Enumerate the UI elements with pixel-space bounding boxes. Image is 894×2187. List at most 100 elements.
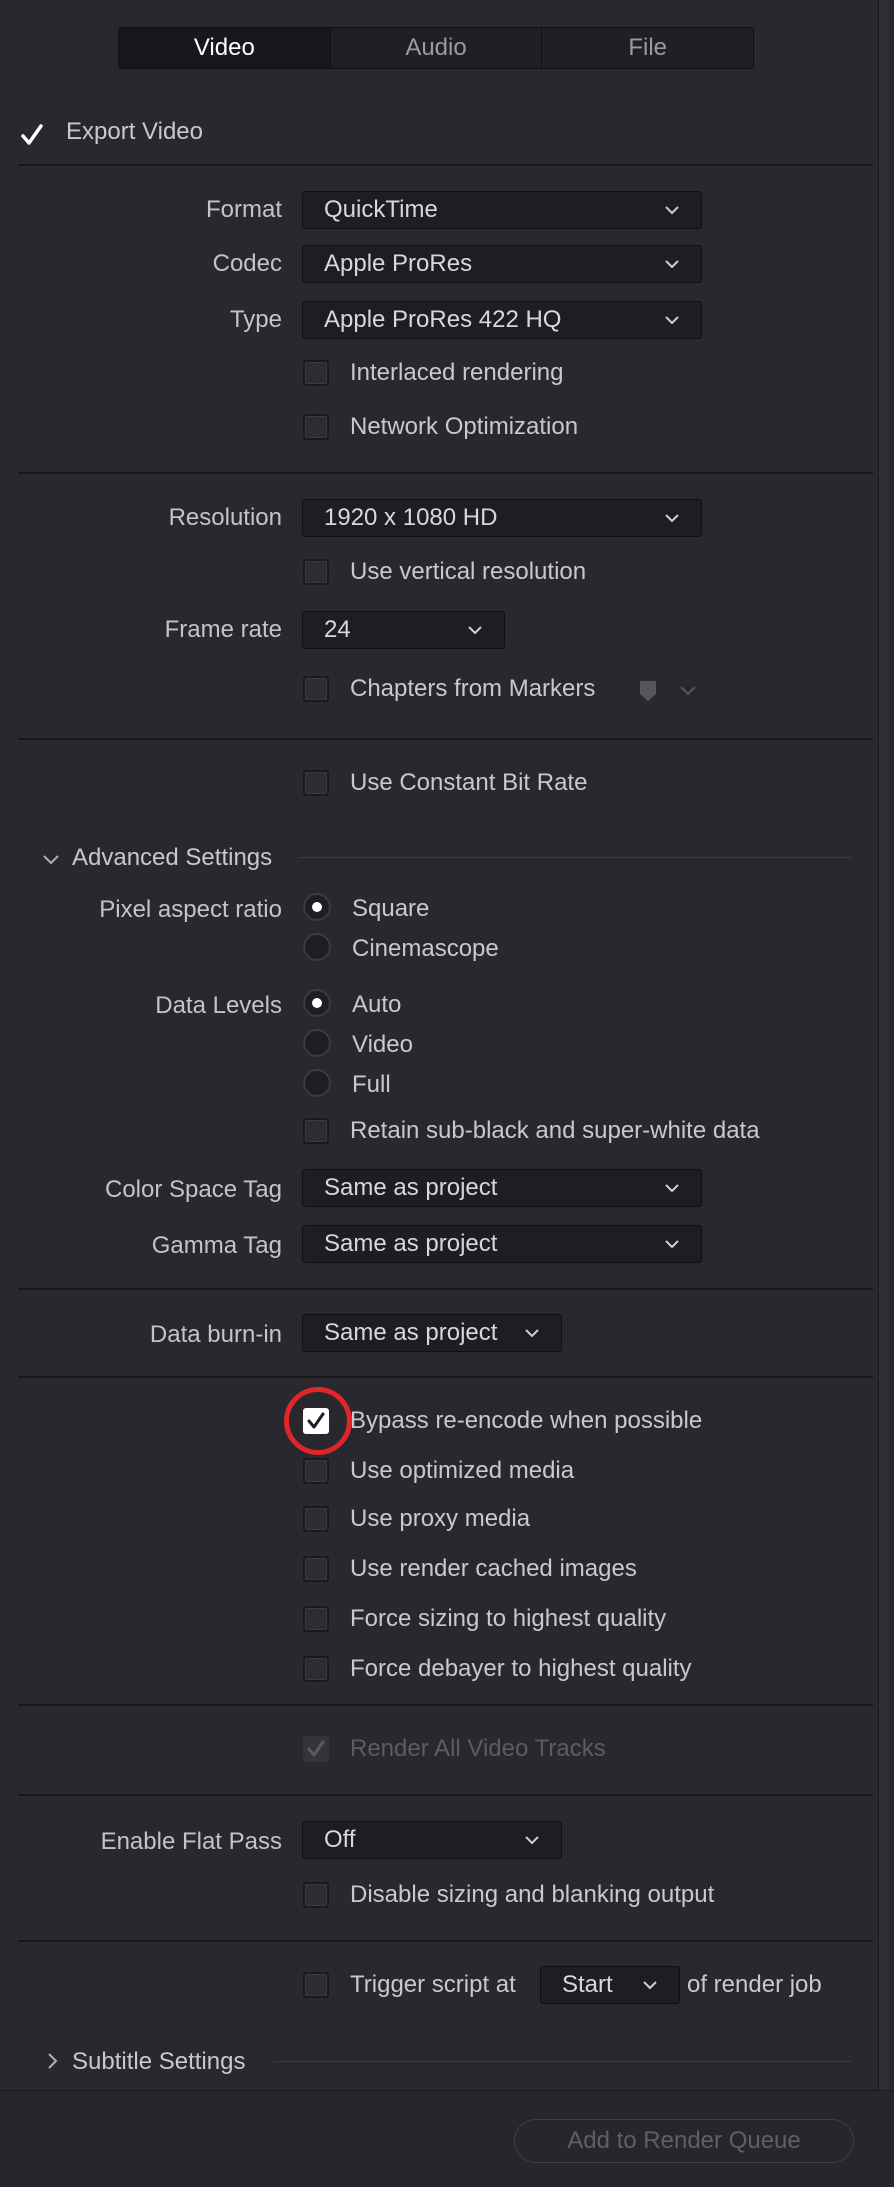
format-label: Format (205, 196, 282, 223)
marker-icon (640, 681, 656, 701)
bypass-reencode-label: Bypass re-encode when possible (350, 1407, 703, 1434)
export-video-checkbox[interactable] (18, 121, 46, 149)
color-space-value: Same as project (324, 1174, 498, 1201)
section-line (274, 2061, 851, 2062)
tab-audio[interactable]: Audio (329, 28, 542, 68)
divider (18, 1376, 873, 1378)
disable-sizing-label: Disable sizing and blanking output (350, 1881, 715, 1908)
gamma-dropdown[interactable]: Same as project (302, 1225, 702, 1263)
codec-value: Apple ProRes (324, 250, 473, 277)
render-cached-checkbox[interactable] (303, 1556, 329, 1582)
radio-cinemascope[interactable] (303, 933, 331, 961)
divider (18, 1704, 873, 1706)
divider (18, 472, 873, 474)
codec-label: Codec (212, 250, 282, 277)
force-sizing-checkbox[interactable] (303, 1606, 329, 1632)
divider (18, 1288, 873, 1290)
gamma-label: Gamma Tag (151, 1232, 282, 1259)
interlaced-checkbox[interactable] (303, 360, 329, 386)
add-to-render-queue-button[interactable]: Add to Render Queue (514, 2119, 854, 2163)
trigger-script-label: Trigger script at (350, 1971, 516, 1998)
force-sizing-label: Force sizing to highest quality (350, 1605, 667, 1632)
chevron-down-icon (643, 1981, 657, 1990)
network-optimization-label: Network Optimization (350, 413, 579, 440)
divider (18, 738, 873, 740)
proxy-media-label: Use proxy media (350, 1505, 531, 1532)
tab-file[interactable]: File (541, 28, 753, 68)
flat-pass-value: Off (324, 1826, 356, 1853)
format-dropdown[interactable]: QuickTime (302, 191, 702, 229)
chevron-down-icon (665, 206, 679, 215)
radio-video-label: Video (352, 1031, 413, 1058)
tab-video[interactable]: Video (119, 28, 330, 68)
frame-rate-value: 24 (324, 616, 351, 643)
export-video-label: Export Video (66, 118, 203, 145)
chevron-down-icon[interactable] (680, 683, 696, 697)
optimized-media-label: Use optimized media (350, 1457, 575, 1484)
burn-in-value: Same as project (324, 1319, 498, 1346)
optimized-media-checkbox[interactable] (303, 1458, 329, 1484)
frame-rate-label: Frame rate (164, 616, 282, 643)
highlight-circle (284, 1387, 352, 1455)
gamma-value: Same as project (324, 1230, 498, 1257)
trigger-script-value: Start (562, 1971, 613, 1998)
color-space-label: Color Space Tag (105, 1176, 282, 1203)
resolution-dropdown[interactable]: 1920 x 1080 HD (302, 499, 702, 537)
divider (18, 1794, 873, 1796)
flat-pass-dropdown[interactable]: Off (302, 1821, 562, 1859)
section-line (298, 857, 851, 858)
trigger-script-dropdown[interactable]: Start (540, 1966, 680, 2004)
proxy-media-checkbox[interactable] (303, 1506, 329, 1532)
resolution-label: Resolution (168, 504, 282, 531)
chapters-label: Chapters from Markers (350, 675, 596, 702)
retain-subblack-checkbox[interactable] (303, 1118, 329, 1144)
constant-bitrate-checkbox[interactable] (303, 770, 329, 796)
chevron-down-icon (665, 260, 679, 269)
disable-sizing-checkbox[interactable] (303, 1882, 329, 1908)
network-optimization-checkbox[interactable] (303, 414, 329, 440)
burn-in-label: Data burn-in (149, 1321, 282, 1348)
interlaced-label: Interlaced rendering (350, 359, 564, 386)
radio-auto-label: Auto (352, 991, 402, 1018)
radio-square[interactable] (303, 893, 331, 921)
advanced-settings-toggle[interactable]: Advanced Settings (72, 844, 272, 872)
chevron-down-icon (665, 514, 679, 523)
chevron-right-icon[interactable] (46, 2052, 60, 2070)
chevron-down-icon[interactable] (42, 853, 60, 867)
resolution-value: 1920 x 1080 HD (324, 504, 498, 531)
flat-pass-label: Enable Flat Pass (100, 1828, 282, 1855)
render-cached-label: Use render cached images (350, 1555, 637, 1582)
chevron-down-icon (525, 1329, 539, 1338)
force-debayer-label: Force debayer to highest quality (350, 1655, 692, 1682)
codec-dropdown[interactable]: Apple ProRes (302, 245, 702, 283)
pixel-aspect-label: Pixel aspect ratio (99, 896, 282, 923)
frame-rate-dropdown[interactable]: 24 (302, 611, 505, 649)
format-value: QuickTime (324, 196, 438, 223)
chevron-down-icon (525, 1836, 539, 1845)
radio-auto[interactable] (303, 989, 331, 1017)
force-debayer-checkbox[interactable] (303, 1656, 329, 1682)
radio-video[interactable] (303, 1029, 331, 1057)
check-icon (21, 124, 43, 145)
subtitle-settings-toggle[interactable]: Subtitle Settings (72, 2048, 245, 2076)
radio-full-label: Full (352, 1071, 391, 1098)
radio-cinemascope-label: Cinemascope (352, 935, 499, 962)
burn-in-dropdown[interactable]: Same as project (302, 1314, 562, 1352)
type-dropdown[interactable]: Apple ProRes 422 HQ (302, 301, 702, 339)
render-all-tracks-label: Render All Video Tracks (350, 1735, 606, 1762)
trigger-script-checkbox[interactable] (303, 1972, 329, 1998)
trigger-script-suffix: of render job (687, 1971, 822, 1998)
scrollbar[interactable] (878, 0, 889, 2090)
constant-bitrate-label: Use Constant Bit Rate (350, 769, 588, 796)
render-all-tracks-checkbox[interactable] (303, 1736, 329, 1762)
divider (18, 1940, 873, 1942)
radio-full[interactable] (303, 1069, 331, 1097)
chevron-down-icon (468, 626, 482, 635)
divider (18, 164, 873, 166)
color-space-dropdown[interactable]: Same as project (302, 1169, 702, 1207)
vertical-resolution-checkbox[interactable] (303, 559, 329, 585)
type-label: Type (229, 306, 282, 333)
vertical-resolution-label: Use vertical resolution (350, 558, 587, 585)
chevron-down-icon (665, 1184, 679, 1193)
chapters-checkbox[interactable] (303, 676, 329, 702)
